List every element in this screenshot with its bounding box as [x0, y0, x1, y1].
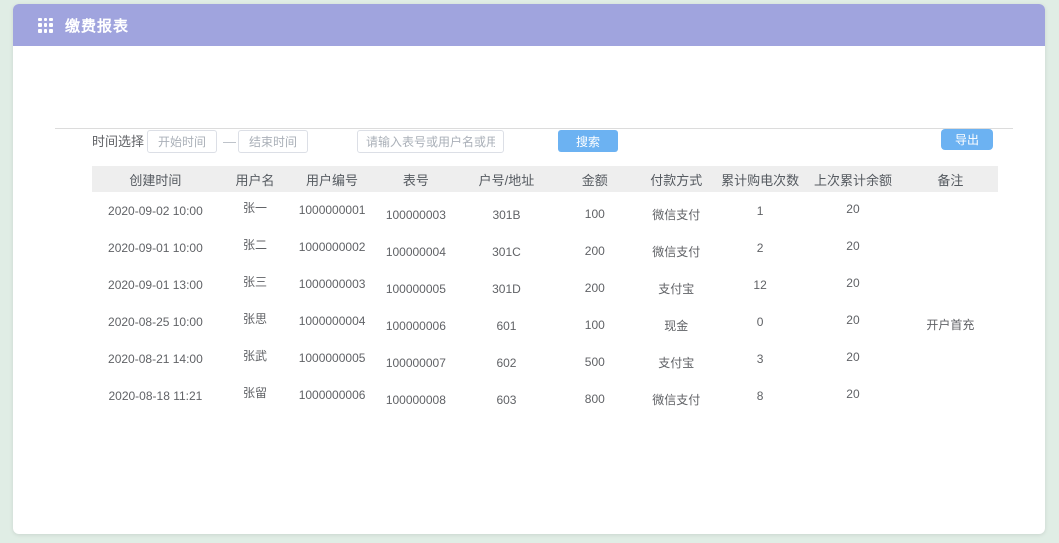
table-cell: 100000005 — [373, 282, 459, 296]
table-cell: 100000003 — [373, 208, 459, 222]
table-cell: 12 — [717, 278, 803, 292]
table-cell: 1000000002 — [291, 240, 373, 254]
table-cell: 支付宝 — [636, 280, 718, 297]
table-cell: 20 — [803, 276, 903, 290]
filter-bar: 时间选择 — 搜索 导出 — [13, 46, 1045, 106]
table-cell: 603 — [459, 393, 554, 407]
time-select-label: 时间选择 — [92, 132, 144, 152]
table-row: 2020-09-02 10:00张一1000000001100000003301… — [92, 192, 998, 229]
table-cell: 微信支付 — [636, 391, 718, 408]
table-cell: 602 — [459, 356, 554, 370]
table-cell: 1 — [717, 204, 803, 218]
table-cell: 张留 — [219, 384, 291, 401]
table-cell: 开户首充 — [903, 316, 998, 333]
column-header-6: 金额 — [554, 170, 636, 189]
table-cell: 2020-09-01 13:00 — [92, 278, 219, 292]
table-cell: 2020-09-02 10:00 — [92, 204, 219, 218]
table-cell: 100000007 — [373, 356, 459, 370]
table-cell: 20 — [803, 202, 903, 216]
table-cell: 100000004 — [373, 245, 459, 259]
table-cell: 20 — [803, 313, 903, 327]
table-cell: 200 — [554, 244, 636, 258]
column-header-3: 用户编号 — [291, 170, 373, 189]
table-cell: 现金 — [636, 317, 718, 334]
table-cell: 张二 — [219, 236, 291, 253]
end-time-input[interactable] — [238, 130, 308, 153]
table-cell: 601 — [459, 319, 554, 333]
grid-menu-icon — [38, 18, 53, 33]
column-header-10: 备注 — [903, 170, 998, 189]
column-header-9: 上次累计余额 — [803, 170, 903, 189]
table-cell: 301B — [459, 208, 554, 222]
page-title: 缴费报表 — [65, 15, 129, 36]
table-row: 2020-09-01 10:00张二1000000002100000004301… — [92, 229, 998, 266]
table-cell: 301C — [459, 245, 554, 259]
table-cell: 2020-08-25 10:00 — [92, 315, 219, 329]
table-cell: 800 — [554, 392, 636, 406]
column-header-4: 表号 — [373, 170, 459, 189]
table-cell: 0 — [717, 315, 803, 329]
column-header-7: 付款方式 — [636, 170, 718, 189]
table-row: 2020-09-01 13:00张三1000000003100000005301… — [92, 266, 998, 303]
column-header-5: 户号/地址 — [459, 170, 554, 189]
column-header-8: 累计购电次数 — [717, 170, 803, 189]
table-cell: 2 — [717, 241, 803, 255]
table-cell: 3 — [717, 352, 803, 366]
table-cell: 301D — [459, 282, 554, 296]
table-cell: 张三 — [219, 273, 291, 290]
table-cell: 500 — [554, 355, 636, 369]
table-cell: 1000000003 — [291, 277, 373, 291]
table-cell: 1000000004 — [291, 314, 373, 328]
payment-report-table: 创建时间用户名用户编号表号户号/地址金额付款方式累计购电次数上次累计余额备注 2… — [92, 166, 998, 414]
table-cell: 8 — [717, 389, 803, 403]
table-header-row: 创建时间用户名用户编号表号户号/地址金额付款方式累计购电次数上次累计余额备注 — [92, 166, 998, 192]
table-cell: 1000000006 — [291, 388, 373, 402]
export-button[interactable]: 导出 — [941, 129, 993, 150]
start-time-input[interactable] — [147, 130, 217, 153]
table-cell: 2020-08-21 14:00 — [92, 352, 219, 366]
table-cell: 张武 — [219, 347, 291, 364]
search-button[interactable]: 搜索 — [558, 130, 618, 152]
table-cell: 微信支付 — [636, 243, 718, 260]
table-row: 2020-08-25 10:00张思1000000004100000006601… — [92, 303, 998, 340]
search-input[interactable] — [357, 130, 504, 153]
table-cell: 张思 — [219, 310, 291, 327]
table-row: 2020-08-18 11:21张留1000000006100000008603… — [92, 377, 998, 414]
filter-divider — [55, 128, 1013, 129]
table-cell: 微信支付 — [636, 206, 718, 223]
table-cell: 100 — [554, 318, 636, 332]
table-cell: 2020-08-18 11:21 — [92, 389, 219, 403]
column-header-1: 创建时间 — [92, 170, 219, 189]
table-cell: 100000008 — [373, 393, 459, 407]
table-cell: 1000000005 — [291, 351, 373, 365]
table-body: 2020-09-02 10:00张一1000000001100000003301… — [92, 192, 998, 414]
table-cell: 支付宝 — [636, 354, 718, 371]
table-cell: 20 — [803, 350, 903, 364]
table-cell: 200 — [554, 281, 636, 295]
report-card: 缴费报表 时间选择 — 搜索 导出 创建时间用户名用户编号表号户号/地址金额付款… — [13, 4, 1045, 534]
table-row: 2020-08-21 14:00张武1000000005100000007602… — [92, 340, 998, 377]
table-cell: 100000006 — [373, 319, 459, 333]
table-cell: 1000000001 — [291, 203, 373, 217]
table-cell: 张一 — [219, 199, 291, 216]
table-cell: 20 — [803, 239, 903, 253]
date-range-separator: — — [223, 132, 236, 152]
column-header-2: 用户名 — [219, 170, 291, 189]
app-header: 缴费报表 — [13, 4, 1045, 46]
table-cell: 100 — [554, 207, 636, 221]
table-cell: 2020-09-01 10:00 — [92, 241, 219, 255]
table-cell: 20 — [803, 387, 903, 401]
